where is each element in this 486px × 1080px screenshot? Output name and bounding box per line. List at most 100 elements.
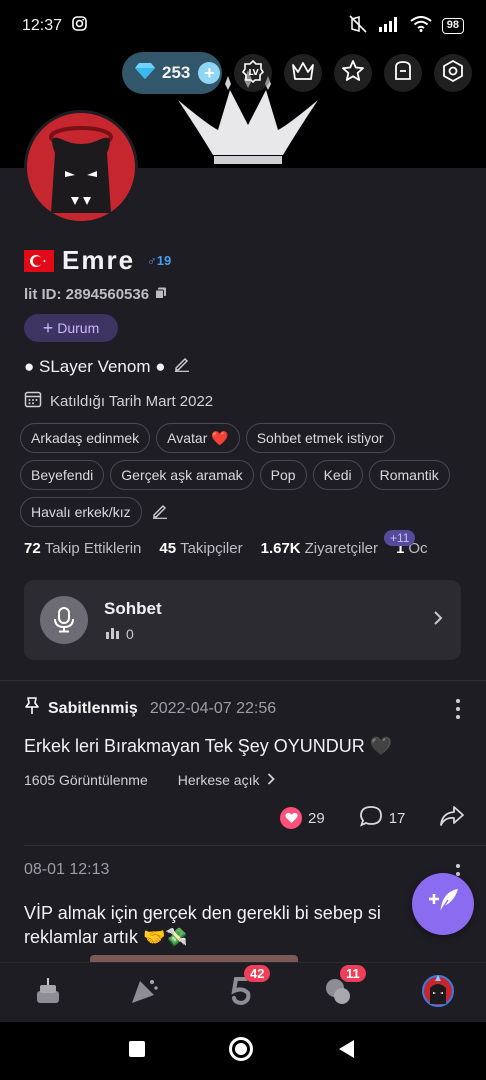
create-post-button[interactable]	[412, 873, 474, 935]
visitors-count: 1.67K	[260, 540, 301, 557]
mic-icon	[40, 596, 88, 644]
crown-button[interactable]	[284, 54, 322, 92]
following-label: Takip Ettiklerin	[44, 540, 142, 557]
edit-bio-icon[interactable]	[174, 356, 190, 377]
profile-name-row: Emre ♂19	[24, 245, 171, 276]
back-triangle-icon	[338, 1039, 356, 1064]
avatar-demon-image	[27, 113, 135, 221]
followers-label: Takipçiler	[180, 540, 243, 557]
share-button[interactable]	[439, 805, 465, 831]
stat-followers[interactable]: 45 Takipçiler	[159, 540, 242, 557]
tag-chip[interactable]: Avatar ❤️	[156, 423, 240, 453]
party-popper-icon	[128, 975, 160, 1012]
post-views: 1605 Görüntülenme	[24, 772, 148, 788]
post-header: Sabitlenmiş 2022-04-07 22:56	[24, 697, 276, 720]
like-count: 29	[308, 809, 325, 827]
comment-count: 17	[388, 809, 406, 827]
post-text[interactable]: Erkek leri Bırakmayan Tek Şey OYUNDUR 🖤	[24, 736, 392, 757]
diamond-count: 253	[162, 63, 191, 82]
diamond-balance-button[interactable]: 253 +	[122, 52, 222, 94]
chevron-right-icon	[433, 610, 443, 631]
sohbet-title: Sohbet	[104, 599, 162, 618]
add-diamond-icon: +	[198, 62, 221, 84]
post2-text-line2: reklamlar artık 🤝💸	[24, 927, 188, 947]
profile-name: Emre	[62, 245, 136, 275]
recents-button[interactable]	[124, 1038, 150, 1064]
joined-date-row: Katıldığı Tarih Mart 2022	[24, 390, 213, 412]
stat-following[interactable]: 72 Takip Ettiklerin	[24, 540, 141, 557]
tag-chip[interactable]: Sohbet etmek istiyor	[245, 423, 395, 453]
turkey-flag-icon	[24, 249, 54, 272]
status-time: 12:37	[22, 17, 63, 34]
plus-icon: +	[42, 318, 54, 338]
tag-chip[interactable]: Beyefendi	[20, 460, 105, 490]
status-bar: 12:37 98	[0, 0, 486, 52]
svg-text:LV: LV	[249, 68, 260, 77]
joined-date-text: Katıldığı Tarih Mart 2022	[50, 392, 214, 410]
top-actions-bar: 253 + LV	[0, 52, 486, 96]
edit-tags-button[interactable]	[148, 497, 172, 527]
visitors-label: Ziyaretçiler	[304, 540, 378, 557]
copy-icon[interactable]	[155, 286, 167, 303]
chevron-right-icon	[267, 772, 276, 788]
tab-discover[interactable]	[124, 973, 164, 1013]
battery-indicator: 98	[441, 18, 464, 34]
tag-chip[interactable]: Gerçek aşk aramak	[110, 460, 254, 490]
visitors-new-badge: +11	[384, 530, 416, 546]
tag-chip[interactable]: Arkadaş edinmek	[20, 423, 151, 453]
mute-vibrate-icon	[348, 14, 368, 38]
post2-text[interactable]: VİP almak için gerçek den gerekli bi seb…	[24, 901, 444, 949]
post-divider	[24, 845, 486, 846]
tab-home[interactable]	[28, 973, 68, 1013]
stat-visitors[interactable]: 1.67K Ziyaretçiler	[261, 540, 378, 557]
tab-profile[interactable]	[418, 973, 458, 1013]
messages-badge: 11	[340, 965, 366, 982]
bars-icon	[106, 626, 120, 642]
visibility-label: Herkese açık	[177, 772, 260, 788]
post2-text-line1: VİP almak için gerçek den gerekli bi seb…	[24, 903, 381, 923]
comment-button[interactable]: 17	[359, 805, 406, 831]
post-actions: 29 17	[280, 805, 465, 831]
durum-label: Durum	[57, 320, 100, 336]
following-count: 72	[24, 540, 41, 557]
post-visibility[interactable]: Herkese açık	[178, 772, 276, 788]
tag-chip[interactable]: Kedi	[312, 460, 363, 490]
post-meta: 1605 Görüntülenme Herkese açık	[24, 772, 276, 788]
bottom-tab-bar: 42 11	[0, 962, 486, 1022]
home-button[interactable]	[228, 1036, 254, 1064]
vip-badge-button[interactable]: LV	[234, 54, 272, 92]
lit-id-text: lit ID: 2894560536	[24, 286, 150, 303]
post-more-icon[interactable]	[455, 698, 461, 720]
calendar-icon	[24, 390, 42, 412]
share-icon	[439, 805, 465, 831]
comment-icon	[359, 805, 383, 831]
tab-messages[interactable]: 11	[318, 965, 366, 1013]
pin-icon	[24, 697, 40, 720]
bag-icon	[391, 59, 415, 88]
profile-avatar[interactable]	[24, 110, 138, 224]
tag-chip[interactable]: Romantik	[368, 460, 450, 490]
followers-count: 45	[159, 540, 177, 557]
diamond-icon	[134, 62, 156, 85]
cake-icon	[32, 975, 64, 1012]
gender-age-badge: ♂19	[147, 253, 172, 268]
durum-button[interactable]: + Durum	[24, 314, 118, 342]
like-button[interactable]: 29	[280, 807, 325, 829]
store-button[interactable]	[384, 54, 422, 92]
tag-chip[interactable]: Havalı erkek/kız	[20, 497, 142, 527]
wifi-icon	[410, 15, 432, 37]
back-button[interactable]	[334, 1038, 360, 1064]
lit-id-row: lit ID: 2894560536	[24, 286, 167, 303]
profile-stats: 72 Takip Ettiklerin 45 Takipçiler 1.67K Ziy…	[24, 540, 486, 557]
crown-icon	[291, 60, 315, 87]
settings-button[interactable]	[434, 54, 472, 92]
edit-tags-icon	[152, 503, 168, 522]
section-divider	[0, 680, 486, 681]
achievements-button[interactable]	[334, 54, 372, 92]
instagram-icon	[72, 16, 87, 36]
tag-chip[interactable]: Pop	[259, 460, 307, 490]
sohbet-room-card[interactable]: Sohbet 0	[24, 580, 461, 660]
bio-text: ● SLayer Venom ●	[24, 356, 166, 376]
tab-feed[interactable]: 42	[222, 965, 271, 1013]
post-date: 2022-04-07 22:56	[149, 699, 277, 717]
